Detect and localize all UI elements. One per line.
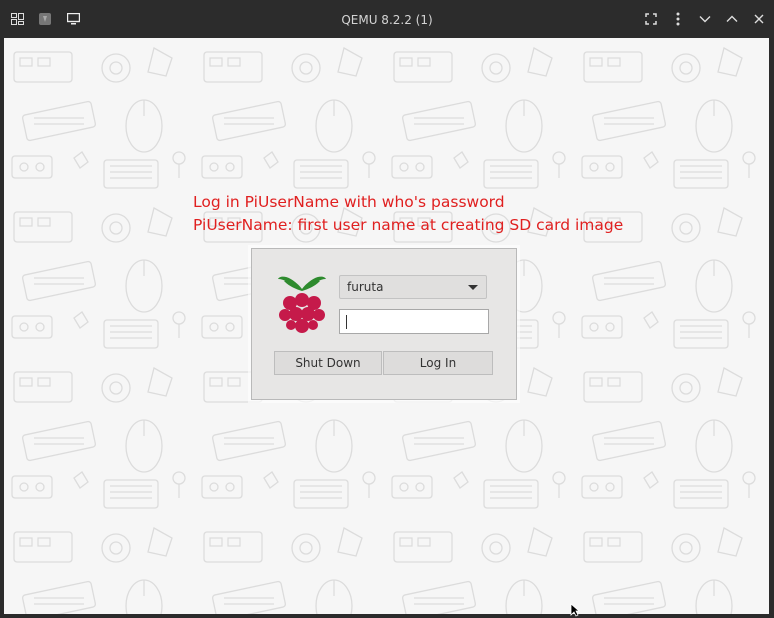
annotation-line-2: PiUserName: first user name at creating … [193,216,624,234]
minimize-icon[interactable] [696,10,714,28]
password-field[interactable] [339,309,489,334]
close-icon[interactable] [750,10,768,28]
user-select-value: furuta [347,280,384,294]
login-button[interactable]: Log In [383,351,493,375]
vm-screen[interactable]: Log in PiUserName with who's password Pi… [4,38,769,614]
menu-dots-icon[interactable] [669,10,687,28]
maximize-icon[interactable] [723,10,741,28]
login-dialog: furuta Shut Down Log In [251,248,517,400]
user-select[interactable]: furuta [339,275,487,299]
titlebar-right-tools [642,10,768,28]
chevron-down-icon [468,285,478,290]
instruction-annotation: Log in PiUserName with who's password Pi… [193,191,623,237]
annotation-line-1: Log in PiUserName with who's password [193,193,505,211]
fullscreen-icon[interactable] [642,10,660,28]
mouse-pointer-icon [570,603,580,617]
shutdown-button[interactable]: Shut Down [274,351,382,375]
raspberry-pi-logo [278,276,326,333]
text-caret [346,315,347,329]
title-bar: QEMU 8.2.2 (1) [0,0,774,38]
